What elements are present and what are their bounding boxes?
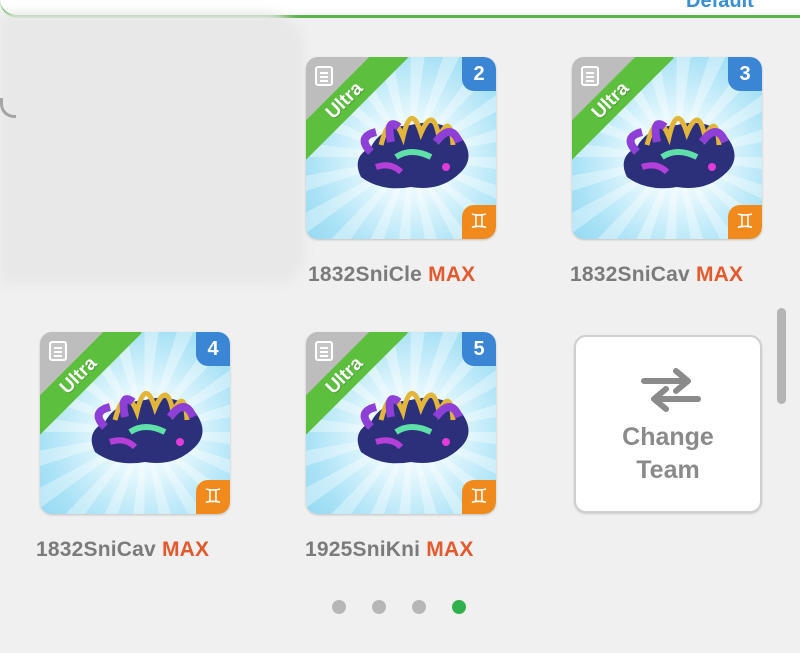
creature-name-label-3: 1832SniCav MAX [36, 538, 209, 562]
creature-name: 1832SniCav [570, 263, 690, 286]
info-document-icon[interactable] [315, 66, 333, 86]
gemini-class-icon: ♊ [462, 205, 496, 239]
page-dot-3[interactable] [412, 600, 426, 614]
creature-name: 1832SniCav [36, 538, 156, 561]
creature-name-label-2: 1832SniCav MAX [570, 263, 743, 287]
redacted-area [0, 12, 305, 284]
creature-card-1[interactable]: Ultra 2 ♊ [306, 57, 496, 239]
creature-name-label-1: 1832SniCle MAX [308, 263, 475, 287]
change-team-button[interactable]: Change Team [574, 335, 762, 513]
creature-card-3[interactable]: Ultra 4 ♊ [40, 332, 230, 514]
change-team-label: Change Team [576, 421, 760, 487]
max-level-badge: MAX [428, 263, 476, 286]
team-slot-number: 2 [462, 57, 496, 91]
top-bar-default-label[interactable]: Default [686, 0, 754, 13]
creature-card-2[interactable]: Ultra 3 ♊ [572, 57, 762, 239]
max-level-badge: MAX [426, 538, 474, 561]
info-document-icon[interactable] [49, 341, 67, 361]
team-slot-number: 4 [196, 332, 230, 366]
creature-name-label-4: 1925SniKni MAX [305, 538, 474, 562]
team-slot-number: 3 [728, 57, 762, 91]
gemini-class-icon: ♊ [462, 480, 496, 514]
page-dot-4-active[interactable] [452, 600, 466, 614]
swap-arrows-icon [641, 368, 701, 412]
team-slot-number: 5 [462, 332, 496, 366]
info-document-icon[interactable] [315, 341, 333, 361]
change-team-line1: Change [622, 423, 714, 451]
max-level-badge: MAX [695, 263, 744, 286]
creature-card-4[interactable]: Ultra 5 ♊ [306, 332, 496, 514]
gemini-class-icon: ♊ [728, 205, 762, 239]
creature-name: 1925SniKni [305, 538, 421, 561]
gemini-class-icon: ♊ [196, 480, 230, 514]
creature-name: 1832SniCle [308, 263, 423, 286]
page-dot-1[interactable] [332, 600, 346, 614]
vertical-scrollbar[interactable] [777, 308, 786, 404]
change-team-line2: Team [636, 456, 700, 484]
max-level-badge: MAX [161, 538, 210, 561]
info-document-icon[interactable] [581, 66, 599, 86]
page-dot-2[interactable] [372, 600, 386, 614]
